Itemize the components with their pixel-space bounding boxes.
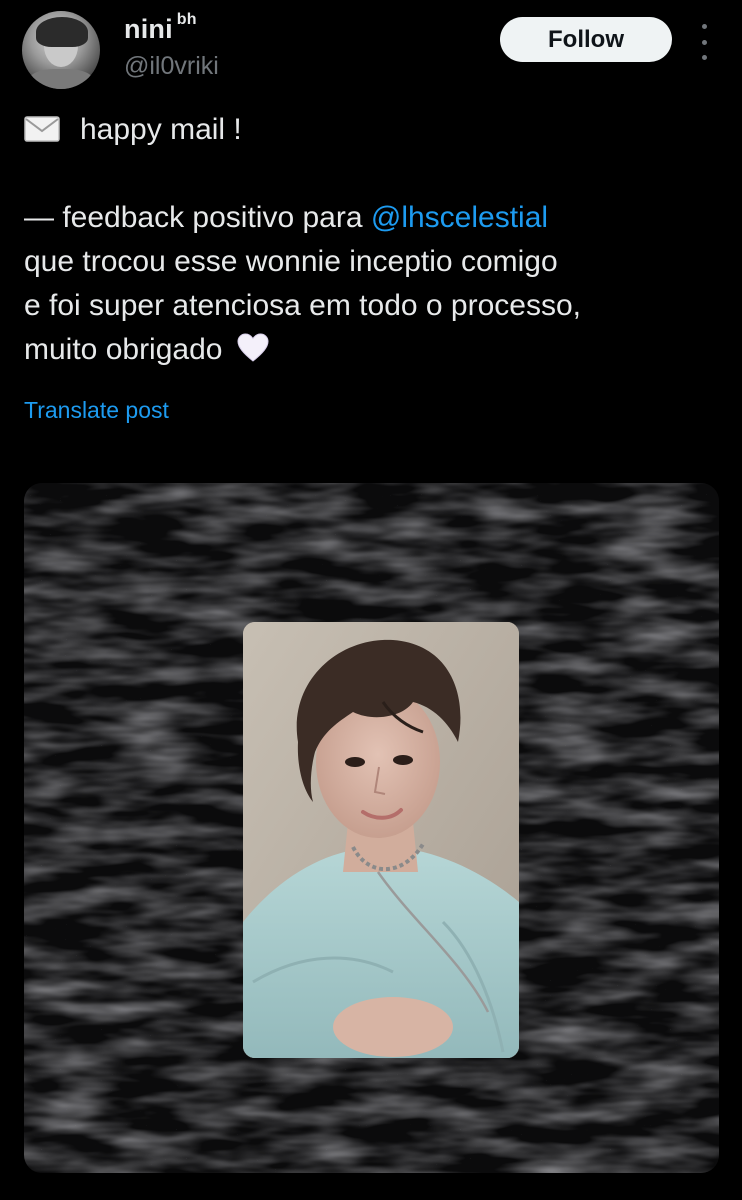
post-text: happy mail ! — feedback positivo para @l…: [24, 108, 724, 376]
avatar[interactable]: [22, 11, 100, 89]
follow-button[interactable]: Follow: [500, 17, 672, 62]
post-line-1: happy mail !: [24, 108, 724, 152]
more-vertical-icon[interactable]: [694, 24, 714, 60]
white-heart-icon: [237, 332, 269, 376]
post-line-1-text: happy mail !: [80, 113, 242, 146]
post-media-image[interactable]: [24, 483, 719, 1173]
author-name[interactable]: nini bh: [124, 11, 197, 45]
post-blank-line: [24, 152, 724, 196]
author-name-suffix: bh: [176, 11, 197, 28]
post-line-6-text: muito obrigado: [24, 333, 223, 366]
author-handle[interactable]: @il0vriki: [124, 52, 219, 81]
post-line-4: que trocou esse wonnie inceptio comigo: [24, 245, 558, 278]
post-line-3: — feedback positivo para @lhscelestial: [24, 196, 724, 240]
envelope-icon: [24, 111, 60, 142]
photocard: [243, 622, 519, 1058]
photocard-portrait: [243, 622, 519, 1058]
post-line-3-text: — feedback positivo para: [24, 201, 371, 234]
mention-link[interactable]: @lhscelestial: [371, 201, 548, 234]
post-line-5: e foi super atenciosa em todo o processo…: [24, 289, 581, 322]
author-name-text[interactable]: nini: [124, 14, 173, 44]
post-line-6: muito obrigado: [24, 328, 724, 376]
post-header: nini bh @il0vriki Follow: [0, 0, 742, 100]
translate-post-link[interactable]: Translate post: [24, 397, 169, 424]
